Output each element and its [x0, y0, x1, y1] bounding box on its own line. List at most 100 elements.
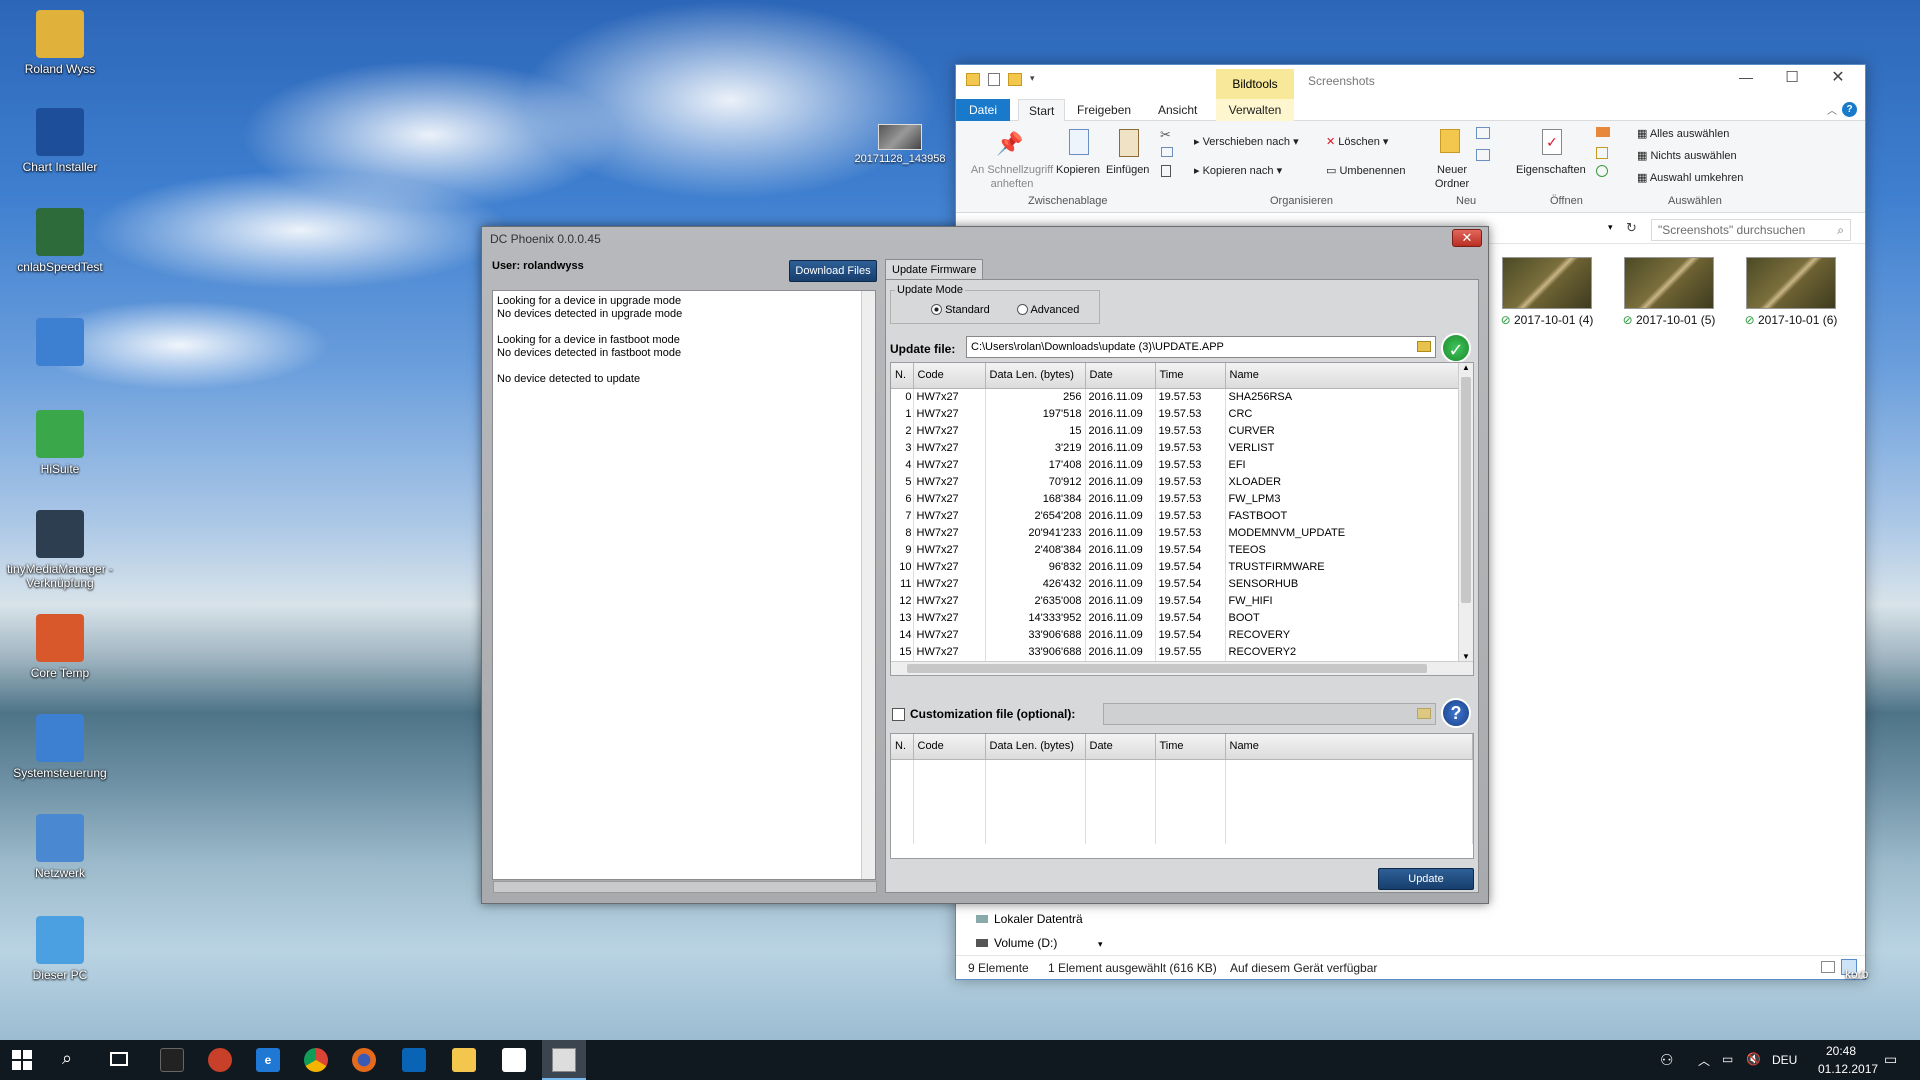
volume-muted-icon[interactable]: 🔇: [1746, 1052, 1761, 1066]
column-header[interactable]: Data Len. (bytes): [985, 363, 1086, 389]
paste-button[interactable]: Einfügen: [1106, 163, 1149, 177]
browse-folder-icon[interactable]: [1417, 708, 1431, 719]
column-header[interactable]: Name: [1225, 363, 1473, 389]
properties-icon[interactable]: [988, 73, 1000, 86]
table-row[interactable]: 13 HW7x27 14'333'952 2016.11.09 19.57.54 BOOT: [891, 609, 1473, 626]
copy-button[interactable]: Kopieren: [1056, 163, 1100, 177]
language-indicator[interactable]: DEU: [1772, 1053, 1797, 1067]
folder-icon[interactable]: [966, 73, 980, 86]
table-vscrollbar[interactable]: ▲ ▼: [1458, 363, 1473, 675]
copy-path-icon[interactable]: [1161, 147, 1173, 157]
scroll-thumb[interactable]: [1461, 377, 1471, 603]
tab-verwalten[interactable]: Verwalten: [1216, 99, 1294, 121]
table-row[interactable]: 12 HW7x27 2'635'008 2016.11.09 19.57.54 FW_HI…: [891, 592, 1473, 609]
table-row[interactable]: 2 HW7x27 15 2016.11.09 19.57.53 CURVER: [891, 422, 1473, 439]
desktop-icon[interactable]: HiSuite: [6, 410, 114, 476]
recycle-bin-label[interactable]: korb: [1845, 967, 1868, 981]
hscroll-thumb[interactable]: [907, 664, 1427, 673]
desktop-icon[interactable]: Dieser PC: [6, 916, 114, 982]
taskbar-app-firefox-icon[interactable]: [352, 1048, 376, 1072]
desktop-icon[interactable]: [6, 318, 114, 370]
tab-datei[interactable]: Datei: [956, 99, 1010, 121]
table-row[interactable]: 4 HW7x27 17'408 2016.11.09 19.57.53 EFI: [891, 456, 1473, 473]
nav-item-local-disk[interactable]: Lokaler Datenträ: [976, 907, 1126, 931]
select-none-button[interactable]: ▦ Nichts auswählen: [1637, 149, 1737, 163]
table-row[interactable]: 7 HW7x27 2'654'208 2016.11.09 19.57.53 FASTBO…: [891, 507, 1473, 524]
radio-standard[interactable]: Standard: [931, 304, 990, 316]
table-row[interactable]: 5 HW7x27 70'912 2016.11.09 19.57.53 XLOADER: [891, 473, 1473, 490]
refresh-icon[interactable]: ↻: [1626, 220, 1637, 236]
nav-scroll-down-icon[interactable]: ▾: [1098, 939, 1103, 950]
column-header[interactable]: Time: [1155, 734, 1226, 760]
minimize-button[interactable]: —: [1731, 69, 1761, 85]
close-button[interactable]: ✕: [1823, 67, 1853, 87]
file-thumbnail[interactable]: ⊘ 2017-10-01 (5): [1622, 257, 1716, 327]
nav-item-volume-d[interactable]: Volume (D:): [976, 931, 1126, 955]
desktop-icon[interactable]: Systemsteuerung: [6, 714, 114, 780]
search-input[interactable]: "Screenshots" durchsuchen: [1658, 223, 1805, 237]
taskbar-app-outlook-icon[interactable]: [402, 1048, 426, 1072]
radio-advanced[interactable]: Advanced: [1017, 304, 1079, 316]
task-view-icon[interactable]: [110, 1052, 128, 1066]
update-button[interactable]: Update: [1378, 868, 1474, 890]
desktop-icon[interactable]: Netzwerk: [6, 814, 114, 880]
maximize-button[interactable]: ☐: [1777, 68, 1807, 86]
column-header[interactable]: Date: [1085, 363, 1156, 389]
table-row[interactable]: 10 HW7x27 96'832 2016.11.09 19.57.54 TRUSTFIR…: [891, 558, 1473, 575]
tab-start[interactable]: Start: [1018, 99, 1066, 121]
table-row[interactable]: 11 HW7x27 426'432 2016.11.09 19.57.54 SENSORH…: [891, 575, 1473, 592]
taskbar-app-dc-phoenix-active[interactable]: [542, 1040, 586, 1080]
easy-access-icon[interactable]: [1476, 149, 1490, 161]
taskbar-app-recorder-icon[interactable]: [208, 1048, 232, 1072]
scissors-icon[interactable]: ✂: [1160, 127, 1171, 143]
taskbar-app-store-icon[interactable]: [502, 1048, 526, 1072]
column-header[interactable]: Name: [1225, 734, 1473, 760]
paste-shortcut-icon[interactable]: [1161, 165, 1171, 177]
delete-button[interactable]: ✕ Löschen ▾: [1326, 135, 1388, 149]
desktop-icon[interactable]: Core Temp: [6, 614, 114, 680]
taskbar-app-terminal-icon[interactable]: [160, 1048, 184, 1072]
table-row[interactable]: 9 HW7x27 2'408'384 2016.11.09 19.57.54 TEEOS: [891, 541, 1473, 558]
taskbar-app-edge-icon[interactable]: e: [256, 1048, 280, 1072]
clock-date[interactable]: 01.12.2017: [1818, 1062, 1878, 1076]
table-row[interactable]: 0 HW7x27 256 2016.11.09 19.57.53 SHA256RSA: [891, 388, 1473, 405]
start-button[interactable]: [12, 1050, 32, 1070]
table-row[interactable]: 6 HW7x27 168'384 2016.11.09 19.57.53 FW_LPM3: [891, 490, 1473, 507]
rename-button[interactable]: ▭ Umbenennen: [1326, 164, 1406, 178]
column-header[interactable]: Code: [913, 734, 986, 760]
table-hscrollbar[interactable]: [891, 661, 1473, 675]
scroll-down-icon[interactable]: ▼: [1459, 652, 1473, 661]
invert-selection-button[interactable]: ▦ Auswahl umkehren: [1637, 171, 1743, 185]
help-icon[interactable]: ?: [1441, 698, 1471, 728]
table-row[interactable]: 3 HW7x27 3'219 2016.11.09 19.57.53 VERLIST: [891, 439, 1473, 456]
column-header[interactable]: Data Len. (bytes): [985, 734, 1086, 760]
clock-time[interactable]: 20:48: [1826, 1044, 1856, 1058]
new-item-icon[interactable]: [1476, 127, 1490, 139]
search-icon[interactable]: ⌕: [62, 1048, 72, 1069]
edit-icon[interactable]: [1596, 147, 1608, 159]
scroll-up-icon[interactable]: ▲: [1459, 363, 1473, 372]
chevron-down-icon[interactable]: ▾: [1030, 73, 1035, 86]
desktop-icon[interactable]: cnlabSpeedTest: [6, 208, 114, 274]
ribbon-collapse-icon[interactable]: ︿: [1827, 102, 1837, 117]
details-view-icon[interactable]: [1821, 961, 1835, 973]
file-thumbnail[interactable]: ⊘ 2017-10-01 (4): [1500, 257, 1594, 327]
open-icon[interactable]: [1596, 127, 1610, 137]
history-icon[interactable]: [1596, 165, 1608, 177]
new-folder-button[interactable]: Neuer Ordner: [1430, 163, 1474, 191]
people-icon[interactable]: ⚇: [1660, 1051, 1673, 1069]
file-thumbnail[interactable]: ⊘ 2017-10-01 (6): [1744, 257, 1838, 327]
update-file-input[interactable]: C:\Users\rolan\Downloads\update (3)\UPDA…: [971, 341, 1224, 353]
help-icon[interactable]: ?: [1842, 102, 1857, 117]
column-header[interactable]: Time: [1155, 363, 1226, 389]
desktop-icon[interactable]: Roland Wyss: [6, 10, 114, 76]
desktop-file-icon[interactable]: 20171128_143958: [850, 124, 950, 165]
phoenix-close-button[interactable]: ✕: [1452, 229, 1482, 247]
address-dropdown-icon[interactable]: ▾: [1608, 222, 1613, 233]
network-tray-icon[interactable]: ▭: [1722, 1052, 1733, 1066]
search-box[interactable]: "Screenshots" durchsuchen ⌕: [1651, 219, 1851, 241]
tab-update-firmware[interactable]: Update Firmware: [885, 259, 984, 280]
move-to-button[interactable]: ▸ Verschieben nach ▾: [1194, 135, 1299, 149]
table-row[interactable]: 8 HW7x27 20'941'233 2016.11.09 19.57.53 MODEM…: [891, 524, 1473, 541]
pin-quick-access-button[interactable]: An Schnellzugriff anheften: [960, 163, 1064, 191]
